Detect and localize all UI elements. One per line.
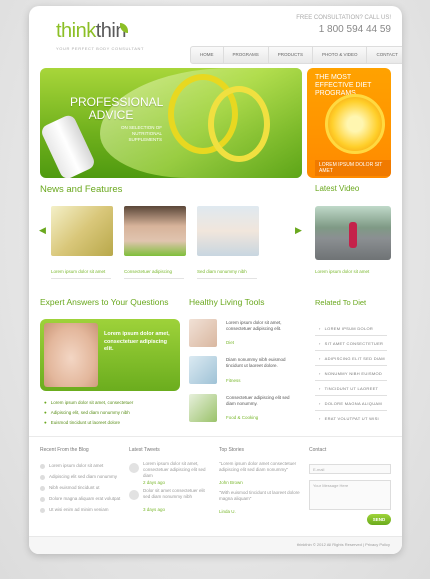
story-1-author: John Brown [219,480,243,485]
twitter-bird-icon [129,490,139,500]
story-2[interactable]: "With euismod tincidunt ut laoreet dolor… [219,490,301,502]
story-2-author: Linda U. [219,509,236,514]
news-thumb-2[interactable] [124,206,186,256]
divider [124,278,184,279]
expert-title: Expert Answers to Your Questions [40,297,169,307]
contact-title: Contact [309,447,327,453]
phone-number: 1 800 594 44 59 [318,24,391,35]
expert-bullet-3[interactable]: Euismod tincidunt ut laoreet dolore [44,420,120,425]
email-field[interactable]: E-mail [309,464,391,474]
hero-subtitle: ON SELECTION OF NUTRITIONAL SUPPLEMENTS [120,125,162,142]
news-thumb-1[interactable] [51,206,113,256]
tweet-2-time: 3 days ago [143,507,166,512]
tool-category-2[interactable]: Fitness [226,378,241,383]
stories-title: Top Stories [219,447,245,453]
tool-image-1[interactable] [189,319,217,347]
related-item-5[interactable]: TINCIDUNT UT LAOREET [319,386,378,391]
divider [315,395,387,396]
measuring-tape-image-2 [208,86,270,162]
hero-title: PROFESSIONAL ADVICE [70,95,164,122]
related-item-1[interactable]: LOREM IPSUM DOLOR [319,326,373,331]
divider [315,380,387,381]
tool-text-3: Consectetuer adipiscing elit sed diam no… [226,395,290,406]
arrow-right-icon[interactable]: ▶ [295,225,302,236]
news-caption-1[interactable]: Lorem ipsum dolor sit amet [51,269,105,274]
related-item-4[interactable]: NONUMMY NIBH EUISMOD [319,371,382,376]
related-item-2[interactable]: SIT AMET CONSECTETUER [319,341,383,346]
blog-item-4[interactable]: Dolore magna aliquam erat volutpat [49,496,120,502]
nav-photo-video[interactable]: PHOTO & VIDEO [313,47,368,63]
divider [197,278,257,279]
blog-item-1[interactable]: Lorem ipsum dolor sit amet [49,463,103,469]
blog-item-2[interactable]: Adipiscing elit sed diam nonummy [49,474,117,480]
nav-contact[interactable]: CONTACT [367,47,402,63]
related-item-3[interactable]: ADIPISCING ELIT SED DIAM [319,356,385,361]
divider [315,350,387,351]
tweet-1[interactable]: Lorem ipsum dolor sit amet, consectetuer… [143,461,209,479]
nav-products[interactable]: PRODUCTS [269,47,314,63]
promo-link[interactable]: LOREM IPSUM DOLOR SIT AMET [315,160,391,176]
tool-image-2[interactable] [189,356,217,384]
nav-programs[interactable]: PROGRAMS [224,47,269,63]
list-dot [40,486,45,491]
story-1[interactable]: "Lorem ipsum dolor amet consectetuer adi… [219,461,301,473]
tweet-1-time: 2 days ago [143,480,166,485]
tool-image-3[interactable] [189,394,217,422]
expert-card-text: Lorem ipsum dolor amet, consectetuer adi… [104,331,170,352]
message-field[interactable]: Your Message Here [309,480,391,510]
list-dot [40,475,45,480]
promo-banner[interactable]: THE MOST EFFECTIVE DIET PROGRAMS LOREM I… [307,68,391,178]
tool-text-2: Diam nonummy nibh euismod tincidunt ut l… [226,357,286,368]
blog-item-5[interactable]: Ut wisi enim ad minim veniam [49,507,109,513]
copyright: thinkthin © 2012 All Rights Reserved | P… [296,542,390,547]
blog-item-3[interactable]: Nibh euismod tincidunt ut [49,485,100,491]
belly-image [44,323,98,387]
tools-title: Healthy Living Tools [189,297,265,307]
arrow-left-icon[interactable]: ◀ [39,225,46,236]
tool-category-1[interactable]: Diet [226,340,234,345]
page-container: thinkthin YOUR PERFECT BODY CONSULTANT F… [29,6,402,554]
logo-think-text: think [56,20,96,42]
expert-bullet-1[interactable]: Lorem ipsum dolor sit amet, consectetuer [44,400,134,405]
divider [315,365,387,366]
hero-banner[interactable]: PROFESSIONAL ADVICE ON SELECTION OF NUTR… [40,68,302,178]
tweets-title: Latest Tweets [129,447,160,453]
tool-category-3[interactable]: Food & Cooking [226,415,258,420]
news-caption-2[interactable]: Consectetuer adipiscing [124,269,172,274]
divider [51,278,111,279]
nav-home[interactable]: HOME [191,47,224,63]
orange-slice-image [325,94,385,154]
expert-bullet-2[interactable]: Adipiscing elit, sed diam nonummy nibh [44,410,130,415]
divider [315,335,387,336]
footer-divider [29,436,402,437]
related-item-7[interactable]: ERAT VOLUTPAT UT WISI [319,416,379,421]
main-nav: HOME PROGRAMS PRODUCTS PHOTO & VIDEO CON… [190,46,402,64]
expert-card[interactable]: Lorem ipsum dolor amet, consectetuer adi… [40,319,180,391]
tweet-2[interactable]: Dolor sit amet consectetuer elit sed dia… [143,488,209,500]
tool-text-1: Lorem ipsum dolor sit amet, consectetuer… [226,320,282,331]
list-dot [40,464,45,469]
related-item-6[interactable]: DOLORE MAGNA ALIQUAM [319,401,382,406]
blog-title: Recent From the Blog [40,447,89,453]
video-caption[interactable]: Lorem ipsum dolor sit amet [315,269,369,274]
video-player[interactable] [315,206,391,260]
news-thumb-3[interactable] [197,206,259,256]
logo[interactable]: thinkthin [56,20,127,43]
list-dot [40,508,45,513]
consultation-label: FREE CONSULTATION? CALL US! [296,15,391,21]
send-button[interactable]: SEND [367,514,391,525]
divider [315,410,387,411]
news-title: News and Features [40,184,123,195]
supplement-bottle-image [40,113,97,178]
tagline: YOUR PERFECT BODY CONSULTANT [56,46,145,51]
latest-video-title: Latest Video [315,184,360,193]
list-dot [40,497,45,502]
runner-figure [349,222,357,248]
twitter-bird-icon [129,463,139,473]
news-caption-3[interactable]: Sed diam nonummy nibh [197,269,247,274]
related-title: Related To Diet [315,298,367,307]
